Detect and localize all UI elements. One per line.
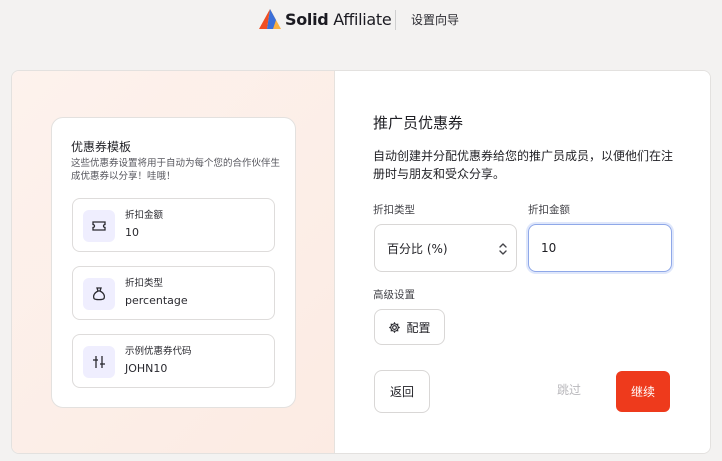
right-panel: 推广员优惠券 自动创建并分配优惠券给您的推广员成员，以便他们在注册时与朋友和受众… [335,71,710,453]
skip-button[interactable]: 跳过 [557,380,581,400]
header: Solid Affiliate 设置向导 [0,0,722,40]
discount-amount-label: 折扣金额 [528,204,570,216]
template-title: 优惠券模板 [71,140,132,154]
discount-type-label: 折扣类型 [373,204,415,216]
coupon-template-panel: 优惠券模板 这些优惠券设置将用于自动为每个您的合作伙伴生成优惠券以分享！哇哦！ … [51,117,296,408]
setup-wizard-label: 设置向导 [411,13,460,27]
ticket-icon [83,210,115,242]
continue-button[interactable]: 继续 [616,371,670,412]
template-description: 这些优惠券设置将用于自动为每个您的合作伙伴生成优惠券以分享！哇哦！ [71,158,281,182]
advanced-settings-label: 高级设置 [373,289,415,301]
template-item-label: 折扣类型 [125,278,164,289]
brand-name: Solid Affiliate [285,10,392,30]
configure-button[interactable]: 配置 [374,309,445,345]
chevron-up-down-icon [499,243,507,255]
gear-icon [389,321,401,333]
template-item-discount-type: 折扣类型 percentage [72,266,275,320]
header-divider [395,10,396,30]
discount-amount-input[interactable] [528,224,672,272]
back-button[interactable]: 返回 [374,370,430,413]
main-card: 优惠券模板 这些优惠券设置将用于自动为每个您的合作伙伴生成优惠券以分享！哇哦！ … [11,70,711,454]
template-item-value: percentage [125,294,188,307]
left-panel: 优惠券模板 这些优惠券设置将用于自动为每个您的合作伙伴生成优惠券以分享！哇哦！ … [12,71,335,453]
template-item-value: JOHN10 [125,362,168,375]
brand-bold: Solid [285,10,329,29]
form-description: 自动创建并分配优惠券给您的推广员成员，以便他们在注册时与朋友和受众分享。 [373,149,674,181]
template-item-label: 示例优惠券代码 [125,346,192,357]
brand-regular: Affiliate [333,10,392,29]
configure-button-label: 配置 [406,320,431,335]
code-sliders-icon [83,346,115,378]
template-item-sample-code: 示例优惠券代码 JOHN10 [72,334,275,388]
discount-type-value: 百分比 (%) [387,242,448,256]
money-bag-icon [83,278,115,310]
solid-affiliate-logo-icon [259,9,281,29]
template-item-value: 10 [125,226,139,239]
template-item-discount-amount: 折扣金额 10 [72,198,275,252]
discount-type-select[interactable]: 百分比 (%) [374,224,517,272]
template-item-label: 折扣金额 [125,210,164,221]
form-title: 推广员优惠券 [373,114,464,132]
